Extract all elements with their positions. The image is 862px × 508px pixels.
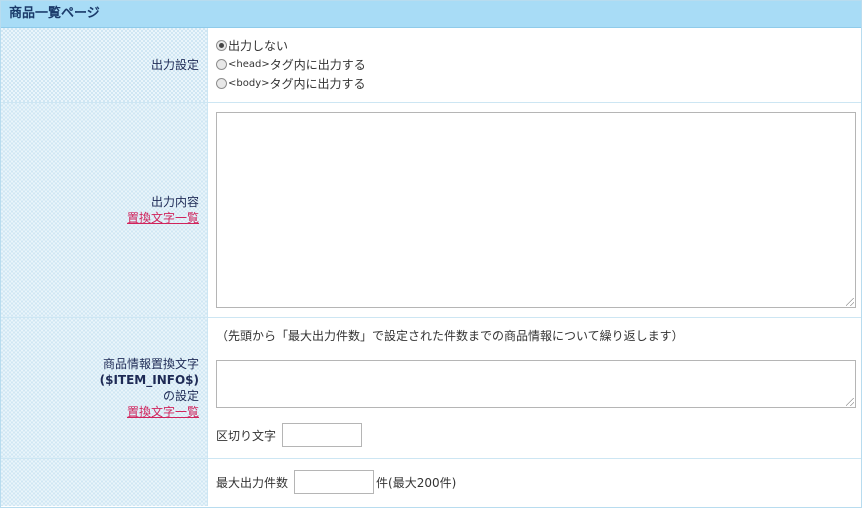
replacement-list-link[interactable]: 置換文字一覧 (127, 211, 199, 225)
item-info-variable: ($ITEM_INFO$) (99, 372, 199, 387)
radio-option-body[interactable]: <body> タグ内に出力する (216, 74, 861, 93)
radio-label-body: タグ内に出力する (269, 77, 366, 92)
item-info-label: 商品情報置換文字 (102, 356, 199, 371)
resize-grip-icon[interactable] (846, 297, 854, 306)
separator-input[interactable] (282, 423, 363, 447)
radio-button-selected[interactable] (216, 40, 227, 52)
radio-label-none: 出力しない (228, 39, 289, 54)
radio-button[interactable] (216, 59, 227, 71)
radio-button[interactable] (216, 78, 227, 90)
output-content-cell (207, 102, 861, 318)
max-output-label: 最大出力件数 (216, 475, 289, 490)
max-output-suffix: 件(最大200件) (376, 475, 457, 490)
page-title: 商品一覧ページ (1, 1, 861, 28)
output-setting-label: 出力設定 (1, 28, 208, 103)
output-content-label-cell: 出力内容 置換文字一覧 (1, 102, 208, 318)
replacement-list-link-2[interactable]: 置換文字一覧 (127, 405, 199, 419)
max-output-controls: 最大出力件数 件(最大200件) (216, 469, 861, 495)
radio-option-none[interactable]: 出力しない (216, 36, 861, 55)
radio-option-head[interactable]: <head> タグ内に出力する (216, 55, 861, 74)
output-content-label: 出力内容 (150, 194, 199, 209)
separator-row: 区切り文字 (216, 422, 861, 448)
output-content-textarea[interactable] (216, 111, 856, 308)
item-info-label-cell: 商品情報置換文字 ($ITEM_INFO$) の設定 置換文字一覧 (1, 317, 208, 459)
resize-grip-icon[interactable] (846, 398, 854, 406)
radio-label-head: タグ内に出力する (269, 58, 366, 73)
max-output-cell: 最大出力件数 件(最大200件) (208, 458, 862, 506)
item-info-cell: （先頭から「最大出力件数」で設定された件数までの商品情報について繰り返します） … (207, 317, 861, 459)
output-content-row: 出力内容 置換文字一覧 (1, 102, 861, 318)
item-info-textarea[interactable] (216, 360, 856, 408)
product-list-settings-panel: 商品一覧ページ 出力設定 出力しない <head> タグ内に出力する <body… (0, 0, 862, 508)
item-info-label-suffix: の設定 (162, 388, 199, 403)
max-output-label-cell (1, 458, 208, 506)
max-output-input[interactable] (294, 470, 375, 495)
radio-tag-head: <head> (228, 59, 270, 71)
output-setting-options: 出力しない <head> タグ内に出力する <body> タグ内に出力する (207, 28, 861, 103)
settings-table: 出力設定 出力しない <head> タグ内に出力する <body> タグ内に出力… (1, 28, 861, 506)
max-output-row: 最大出力件数 件(最大200件) (1, 458, 861, 506)
item-info-note: （先頭から「最大出力件数」で設定された件数までの商品情報について繰り返します） (216, 329, 684, 343)
radio-tag-body: <body> (228, 78, 270, 90)
separator-label: 区切り文字 (216, 428, 277, 443)
output-setting-row: 出力設定 出力しない <head> タグ内に出力する <body> タグ内に出力… (1, 28, 861, 103)
item-info-row: 商品情報置換文字 ($ITEM_INFO$) の設定 置換文字一覧 （先頭から「… (1, 317, 861, 459)
